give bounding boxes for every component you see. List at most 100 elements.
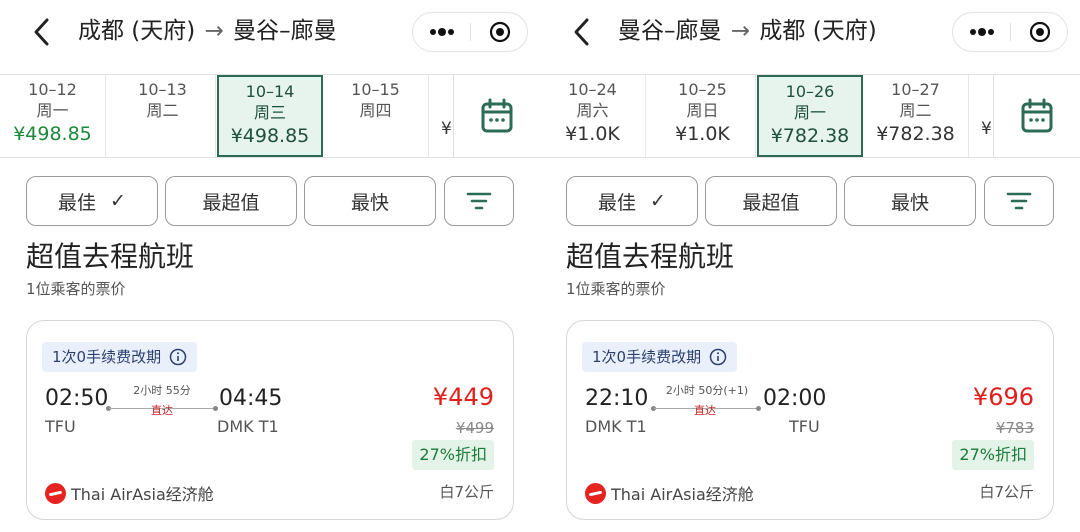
header: 曼谷–廊曼 → 成都 (天府) (540, 0, 1080, 62)
date-label: 10–27 (891, 80, 940, 99)
original-price: ¥783 (995, 419, 1034, 437)
departure-time: 02:50 (45, 386, 109, 411)
target-icon (1029, 21, 1050, 43)
section-subtitle: 1位乘客的票价 (566, 280, 666, 298)
arrival-time: 04:45 (219, 386, 283, 411)
arrival-airport: DMK T1 (217, 417, 279, 436)
airline-info: Thai AirAsia经济舱 (585, 481, 754, 505)
free-change-tag: 1次0手续费改期 (42, 342, 198, 372)
calendar-button[interactable] (993, 75, 1079, 157)
flight-duration: 2小时 50分(+1) (665, 384, 749, 397)
close-miniprogram-button[interactable] (1011, 13, 1068, 51)
miniprogram-capsule (952, 12, 1068, 52)
weekday-label: 周二 (146, 101, 179, 120)
more-dots-icon (969, 28, 994, 36)
date-price: ¥498.85 (230, 125, 310, 147)
back-button[interactable] (566, 12, 598, 52)
sort-best-button[interactable]: 最佳 ✓ (566, 176, 698, 226)
route-arrow: → (204, 18, 224, 44)
date-label: 10–26 (785, 82, 835, 101)
sort-fastest-button[interactable]: 最快 (844, 176, 976, 226)
weekday-label: 周六 (576, 101, 609, 120)
more-dots-icon (429, 28, 454, 36)
check-icon: ✓ (110, 190, 126, 212)
flight-duration: 2小时 55分 (133, 384, 191, 397)
date-cell-selected[interactable]: 10–14 周三 ¥498.85 (217, 75, 323, 157)
target-icon (489, 21, 510, 43)
back-button[interactable] (26, 12, 58, 52)
chevron-left-icon (34, 18, 49, 46)
sort-value-label: 最超值 (742, 191, 800, 214)
current-price: ¥449 (432, 383, 494, 411)
date-cell-partial[interactable]: ¥ (429, 75, 453, 157)
sort-best-label: 最佳 (598, 191, 637, 214)
calendar-icon (481, 98, 512, 133)
date-cell[interactable]: 10–15 周四 (323, 75, 429, 157)
weekday-label: 周三 (253, 103, 286, 122)
airline-name: Thai AirAsia经济舱 (611, 485, 754, 504)
baggage-allowance: 白7公斤 (439, 483, 494, 501)
free-change-tag: 1次0手续费改期 (582, 342, 738, 372)
close-miniprogram-button[interactable] (471, 13, 528, 51)
flight-card[interactable]: 1次0手续费改期 22:10 DMK T1 2小时 50分(+1) 直达 02:… (566, 320, 1054, 520)
discount-badge: 27%折扣 (952, 440, 1034, 470)
flight-card[interactable]: 1次0手续费改期 02:50 TFU 2小时 55分 直达 04:45 DMK … (26, 320, 514, 520)
sort-best-button[interactable]: 最佳 ✓ (26, 176, 158, 226)
direct-label: 直达 (694, 404, 716, 417)
route-to: 曼谷–廊曼 (233, 18, 337, 44)
sort-value-button[interactable]: 最超值 (705, 176, 837, 226)
more-button[interactable] (413, 13, 470, 51)
departure-airport: DMK T1 (585, 417, 647, 436)
date-strip: 10–12 周一 ¥498.85 10–13 周二 10–14 周三 ¥498.… (0, 74, 540, 158)
sort-value-button[interactable]: 最超值 (165, 176, 297, 226)
filter-button[interactable] (984, 176, 1054, 226)
date-cell[interactable]: 10–25 周日 ¥1.0K (650, 75, 756, 157)
chevron-left-icon (574, 18, 589, 46)
date-label: 10–12 (28, 80, 77, 99)
date-cell[interactable]: 10–27 周二 ¥782.38 (863, 75, 969, 157)
baggage-allowance: 白7公斤 (979, 483, 1034, 501)
route-title: 成都 (天府) → 曼谷–廊曼 (78, 14, 337, 48)
calendar-icon (1021, 98, 1052, 133)
sort-fastest-button[interactable]: 最快 (304, 176, 436, 226)
date-strip: 10–24 周六 ¥1.0K 10–25 周日 ¥1.0K 10–26 周一 ¥… (540, 74, 1080, 158)
info-icon[interactable] (709, 348, 727, 366)
discount-badge: 27%折扣 (412, 440, 494, 470)
header: 成都 (天府) → 曼谷–廊曼 (0, 0, 540, 62)
check-icon: ✓ (650, 190, 666, 212)
filter-button[interactable] (444, 176, 514, 226)
outbound-panel: 成都 (天府) → 曼谷–廊曼 10–12 周一 ¥498.85 10–13 周… (0, 0, 540, 532)
route-title: 曼谷–廊曼 → 成都 (天府) (618, 14, 877, 48)
airline-name: Thai AirAsia经济舱 (71, 485, 214, 504)
date-cell[interactable]: 10–13 周二 (110, 75, 216, 157)
weekday-label: 周一 (36, 101, 69, 120)
filter-icon (466, 192, 492, 210)
arrival-airport: TFU (789, 417, 820, 436)
date-label: 10–25 (678, 80, 727, 99)
route-arrow: → (730, 18, 751, 44)
route-from: 成都 (天府) (78, 18, 196, 44)
route-to: 成都 (天府) (759, 18, 877, 44)
route-from: 曼谷–廊曼 (618, 18, 722, 44)
date-price: ¥782.38 (876, 123, 955, 145)
date-price: ¥ (441, 119, 452, 139)
sort-fastest-label: 最快 (350, 191, 389, 214)
departure-time: 22:10 (585, 386, 649, 411)
date-cell-partial[interactable]: ¥ (969, 75, 993, 157)
current-price: ¥696 (972, 383, 1034, 411)
date-cell-selected[interactable]: 10–26 周一 ¥782.38 (757, 75, 863, 157)
calendar-button[interactable] (453, 75, 539, 157)
more-button[interactable] (953, 13, 1010, 51)
date-cell[interactable]: 10–12 周一 ¥498.85 (0, 75, 106, 157)
date-cell[interactable]: 10–24 周六 ¥1.0K (540, 75, 646, 157)
date-price: ¥ (981, 119, 992, 139)
date-price: ¥498.85 (13, 123, 92, 145)
sort-best-label: 最佳 (58, 191, 97, 214)
arrival-time: 02:00 (763, 386, 827, 411)
info-icon[interactable] (169, 348, 187, 366)
direct-label: 直达 (151, 404, 173, 417)
return-panel: 曼谷–廊曼 → 成都 (天府) 10–24 周六 ¥1.0K 10–25 周日 … (540, 0, 1080, 532)
date-price: ¥1.0K (565, 123, 620, 145)
section-subtitle: 1位乘客的票价 (26, 280, 126, 298)
airasia-logo-icon (45, 482, 66, 504)
